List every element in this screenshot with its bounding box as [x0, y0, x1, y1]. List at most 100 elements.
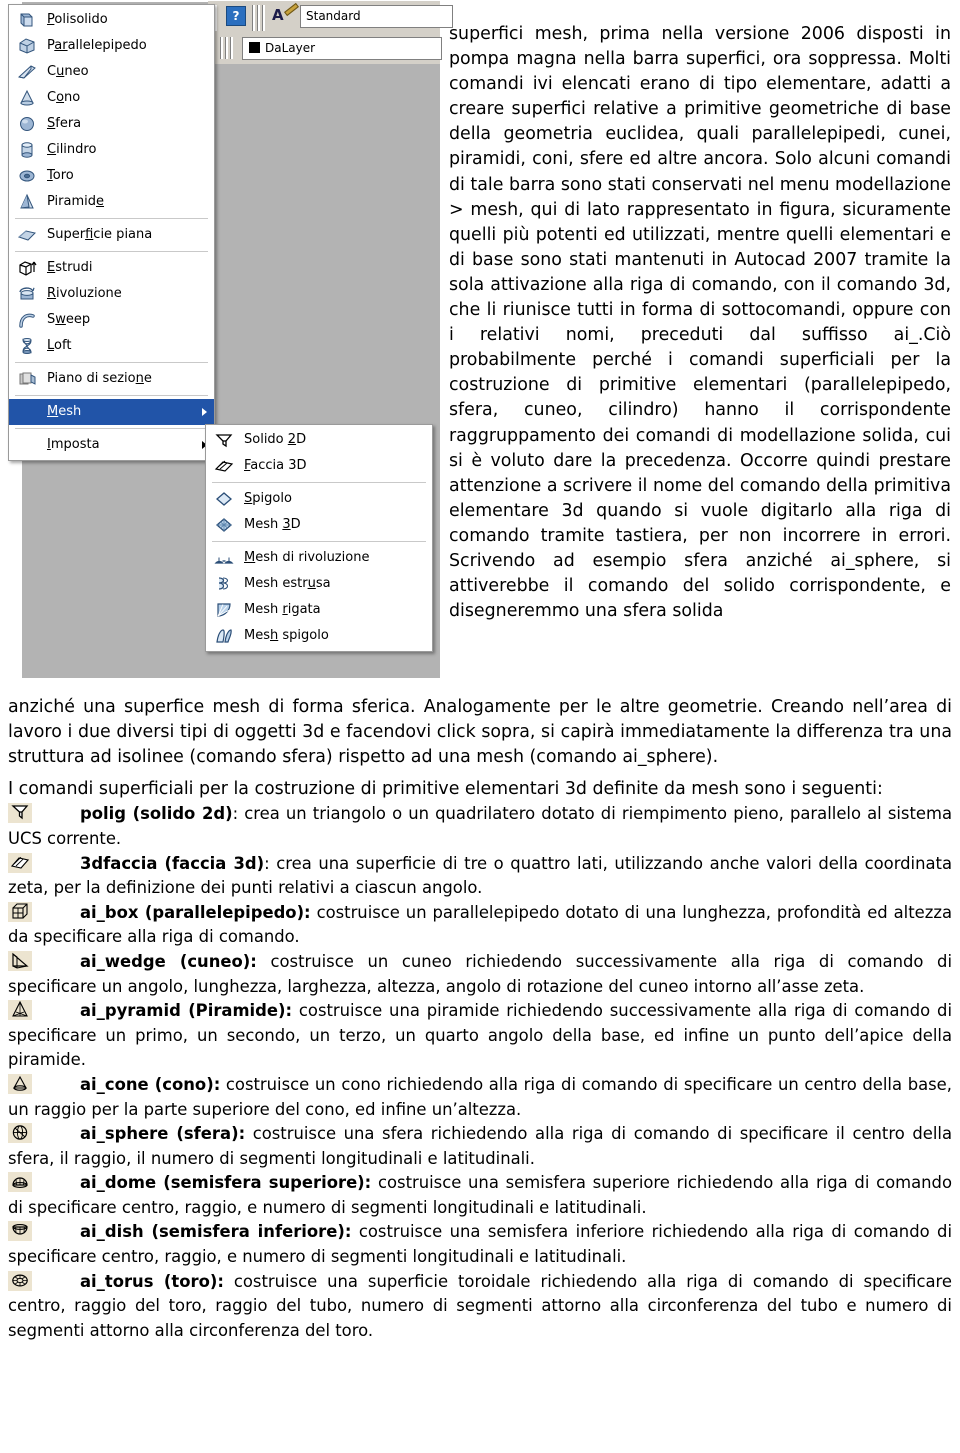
section-plane-icon: [17, 370, 37, 388]
list-item: ai_wedge (cuneo): costruisce un cuneo ri…: [8, 950, 952, 999]
submenu-item-mesh-spigolo[interactable]: Mesh spigolo: [206, 623, 432, 649]
toolbar-grip-4: [257, 5, 260, 31]
dome-wire-icon: [8, 1172, 32, 1193]
face3d-icon: [214, 457, 234, 475]
command-sep: [245, 1124, 253, 1143]
menu-item-sfera[interactable]: Sfera: [9, 111, 214, 137]
cylinder-icon: [17, 141, 37, 159]
command-list: polig (solido 2d): crea un triangolo o u…: [8, 802, 952, 1343]
layer-toolbar: DaLayer: [214, 34, 442, 64]
solid2d-icon: [214, 431, 234, 449]
list-item: polig (solido 2d): crea un triangolo o u…: [8, 802, 952, 851]
menu-label: Piramide: [47, 194, 105, 209]
help-button[interactable]: ?: [225, 5, 247, 27]
toolbar-grip-5: [262, 5, 265, 31]
menu-item-mesh[interactable]: Mesh: [9, 399, 214, 425]
text-style-combo[interactable]: Standard: [300, 5, 453, 28]
loft-icon: [17, 337, 37, 355]
command-sep: [351, 1222, 358, 1241]
menu-item-cono[interactable]: Cono: [9, 85, 214, 111]
command-name: ai_dish (semisfera inferiore):: [80, 1222, 352, 1242]
extrude-icon: [17, 259, 37, 277]
submenu-item-mesh-rigata[interactable]: Mesh rigata: [206, 597, 432, 623]
menu-item-toro[interactable]: Toro: [9, 163, 214, 189]
sphere-icon: [17, 115, 37, 133]
list-item: ai_dome (semisfera superiore): costruisc…: [8, 1171, 952, 1220]
revolved-mesh-icon: [214, 549, 234, 567]
face3d-icon: [8, 852, 32, 873]
ruled-mesh-icon: [214, 601, 234, 619]
dish-wire-icon: [8, 1221, 32, 1242]
pyramid-wire-icon: [8, 1000, 32, 1021]
menu-label: Toro: [47, 168, 74, 183]
menu-separator: [15, 218, 208, 219]
command-sep: :: [264, 853, 277, 873]
sweep-icon: [17, 311, 37, 329]
submenu-item-solido-2d[interactable]: Solido 2D: [206, 427, 432, 453]
menu-item-estrudi[interactable]: Estrudi: [9, 255, 214, 281]
command-sep: [257, 952, 271, 971]
submenu-label: Faccia 3D: [244, 458, 307, 473]
wedge-wire-icon: [8, 950, 32, 971]
layer-grip-3: [230, 37, 233, 59]
submenu-item-mesh-3d[interactable]: Mesh 3D: [206, 512, 432, 538]
submenu-item-mesh-di-rivoluzione[interactable]: Mesh di rivoluzione: [206, 545, 432, 571]
layer-color-combo[interactable]: DaLayer: [242, 37, 442, 60]
menu-separator: [15, 362, 208, 363]
menu-label: Estrudi: [47, 260, 93, 275]
layer-grip-2: [225, 37, 228, 59]
edge-icon: [214, 490, 234, 508]
command-name: polig (solido 2d): [80, 804, 233, 824]
command-name: ai_wedge (cuneo):: [80, 951, 257, 971]
command-sep: :: [232, 804, 245, 824]
command-name: ai_box (parallelepipedo):: [80, 902, 311, 922]
menu-item-loft[interactable]: Loft: [9, 333, 214, 359]
edge-mesh-icon: [214, 627, 234, 645]
command-name: 3dfaccia (faccia 3d): [80, 853, 265, 873]
menu-label: Imposta: [47, 437, 100, 452]
menu-label: Cono: [47, 90, 81, 105]
cone-wire-icon: [8, 1073, 32, 1094]
command-name: ai_torus (toro):: [80, 1271, 224, 1291]
color-swatch-icon: [249, 42, 260, 53]
menu-item-piano-di-sezione[interactable]: Piano di sezione: [9, 366, 214, 392]
list-item: 3dfaccia (faccia 3d): crea una superfici…: [8, 852, 952, 901]
submenu-label: Solido 2D: [244, 432, 307, 447]
command-name: ai_pyramid (Piramide):: [80, 1001, 293, 1021]
menu-item-cilindro[interactable]: Cilindro: [9, 137, 214, 163]
submenu-item-faccia-3d[interactable]: Faccia 3D: [206, 453, 432, 479]
command-name: ai_sphere (sfera):: [80, 1124, 246, 1144]
command-sep: [224, 1272, 234, 1291]
menu-item-rivoluzione[interactable]: Rivoluzione: [9, 281, 214, 307]
menu-label: Loft: [47, 338, 72, 353]
submenu-item-spigolo[interactable]: Spigolo: [206, 486, 432, 512]
list-item: ai_pyramid (Piramide): costruisce una pi…: [8, 999, 952, 1073]
chevron-right-icon: [202, 408, 207, 416]
menu-item-polisolido[interactable]: Polisolido: [9, 7, 214, 33]
menu-label: Sweep: [47, 312, 91, 327]
mesh-submenu[interactable]: Solido 2D Faccia 3D Spigolo Mesh 3D Mesh…: [205, 424, 433, 652]
list-item: ai_box (parallelepipedo): costruisce un …: [8, 901, 952, 950]
cone-icon: [17, 89, 37, 107]
menu-label: Piano di sezione: [47, 371, 152, 386]
menu-item-imposta[interactable]: Imposta: [9, 432, 214, 458]
menu-label: Sfera: [47, 116, 82, 131]
planar-surface-icon: [17, 226, 37, 244]
menu-item-sweep[interactable]: Sweep: [9, 307, 214, 333]
menu-item-piramide[interactable]: Piramide: [9, 189, 214, 215]
menu-separator: [15, 395, 208, 396]
menu-item-superficie-piana[interactable]: Superficie piana: [9, 222, 214, 248]
menu-item-parallelepipedo[interactable]: Parallelepipedo: [9, 33, 214, 59]
layer-grip-1: [220, 37, 223, 59]
layer-color-label: DaLayer: [265, 41, 316, 55]
wedge-icon: [17, 63, 37, 81]
submenu-item-mesh-estrusa[interactable]: Mesh estrusa: [206, 571, 432, 597]
modeling-menu[interactable]: Polisolido Parallelepipedo Cuneo Cono Sf…: [8, 4, 215, 461]
command-sep: [371, 1173, 378, 1192]
box-icon: [17, 37, 37, 55]
submenu-label: Mesh spigolo: [244, 628, 329, 643]
question-mark-icon: ?: [226, 6, 246, 26]
paragraph-intro: I comandi superficiali per la costruzion…: [8, 779, 883, 800]
sphere-wire-icon: [8, 1123, 32, 1144]
menu-item-cuneo[interactable]: Cuneo: [9, 59, 214, 85]
